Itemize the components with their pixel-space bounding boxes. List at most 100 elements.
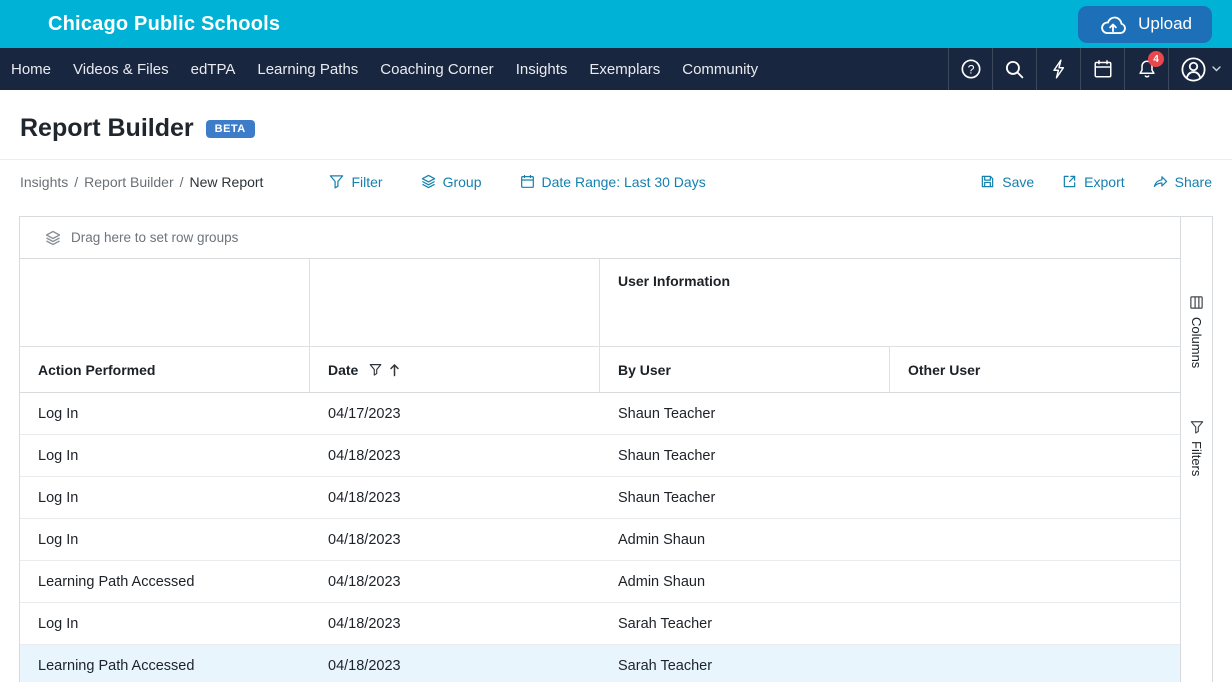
cell-action: Learning Path Accessed	[20, 658, 310, 674]
cell-by-user: Sarah Teacher	[600, 658, 890, 674]
cell-action: Log In	[20, 532, 310, 548]
cell-action: Log In	[20, 490, 310, 506]
sort-ascending-icon[interactable]	[388, 363, 401, 377]
cell-by-user: Shaun Teacher	[600, 406, 890, 422]
date-range-button[interactable]: Date Range: Last 30 Days	[520, 174, 706, 190]
cell-date: 04/18/2023	[310, 532, 600, 548]
main-nav: Home Videos & Files edTPA Learning Paths…	[0, 48, 1232, 90]
column-header-by-user[interactable]: By User	[600, 347, 890, 392]
grid-side-bar: Columns Filters	[1180, 217, 1212, 682]
save-button[interactable]: Save	[980, 174, 1034, 190]
export-label: Export	[1084, 174, 1124, 190]
filter-button[interactable]: Filter	[329, 174, 382, 190]
calendar-button[interactable]	[1080, 48, 1124, 90]
side-tab-filters[interactable]: Filters	[1189, 420, 1204, 476]
nav-item-exemplars[interactable]: Exemplars	[578, 61, 671, 78]
table-row[interactable]: Log In 04/18/2023 Sarah Teacher	[20, 603, 1180, 645]
breadcrumb-new-report: New Report	[190, 174, 264, 190]
cell-action: Log In	[20, 616, 310, 632]
toolbar-right-actions: Save Export Share	[980, 174, 1212, 190]
table-row[interactable]: Log In 04/17/2023 Shaun Teacher	[20, 393, 1180, 435]
side-tab-columns[interactable]: Columns	[1189, 295, 1204, 368]
row-group-drop-zone[interactable]: Drag here to set row groups	[20, 217, 1180, 259]
column-header-action-performed[interactable]: Action Performed	[20, 347, 310, 392]
nav-links: Home Videos & Files edTPA Learning Paths…	[0, 48, 769, 90]
nav-item-community[interactable]: Community	[671, 61, 769, 78]
upload-button[interactable]: Upload	[1078, 6, 1212, 43]
column-header-other-user[interactable]: Other User	[890, 347, 1180, 392]
share-icon	[1153, 174, 1168, 189]
share-button[interactable]: Share	[1153, 174, 1212, 190]
breadcrumb-insights[interactable]: Insights	[20, 174, 68, 190]
columns-icon	[1189, 295, 1204, 310]
table-row[interactable]: Log In 04/18/2023 Shaun Teacher	[20, 477, 1180, 519]
report-grid: Drag here to set row groups User Informa…	[19, 216, 1213, 682]
svg-text:?: ?	[967, 62, 974, 76]
caret-down-icon	[1212, 66, 1221, 72]
filter-funnel-icon	[1190, 420, 1204, 434]
breadcrumb-report-builder[interactable]: Report Builder	[84, 174, 174, 190]
layers-icon	[45, 230, 61, 246]
nav-item-insights[interactable]: Insights	[505, 61, 579, 78]
layers-icon	[421, 174, 436, 189]
column-label: By User	[618, 362, 671, 378]
table-row[interactable]: Learning Path Accessed 04/18/2023 Admin …	[20, 561, 1180, 603]
group-button[interactable]: Group	[421, 174, 482, 190]
nav-item-learning-paths[interactable]: Learning Paths	[246, 61, 369, 78]
help-button[interactable]: ?	[948, 48, 992, 90]
cell-by-user: Shaun Teacher	[600, 448, 890, 464]
grid-main: Drag here to set row groups User Informa…	[20, 217, 1180, 682]
account-menu-button[interactable]	[1168, 48, 1232, 90]
nav-item-videos-files[interactable]: Videos & Files	[62, 61, 180, 78]
export-icon	[1062, 174, 1077, 189]
calendar-icon	[1093, 59, 1113, 79]
toolbar-left-actions: Filter Group Date Range: Last 30 Days	[329, 174, 705, 190]
cell-date: 04/18/2023	[310, 658, 600, 674]
column-header-row: Action Performed Date	[20, 347, 1180, 393]
filter-label: Filter	[351, 174, 382, 190]
filter-funnel-icon	[329, 174, 344, 189]
share-label: Share	[1175, 174, 1212, 190]
breadcrumb-separator: /	[74, 174, 78, 190]
topbar: Chicago Public Schools Upload	[0, 0, 1232, 48]
page-header: Report Builder BETA	[0, 90, 1232, 159]
side-tab-filters-label: Filters	[1189, 441, 1204, 476]
nav-item-edtpa[interactable]: edTPA	[180, 61, 247, 78]
page-title: Report Builder	[20, 114, 194, 143]
save-icon	[980, 174, 995, 189]
cell-date: 04/18/2023	[310, 616, 600, 632]
table-row[interactable]: Learning Path Accessed 04/18/2023 Sarah …	[20, 645, 1180, 682]
table-row[interactable]: Log In 04/18/2023 Shaun Teacher	[20, 435, 1180, 477]
column-label: Date	[328, 362, 358, 378]
cell-by-user: Admin Shaun	[600, 532, 890, 548]
cell-date: 04/17/2023	[310, 406, 600, 422]
table-row[interactable]: Log In 04/18/2023 Admin Shaun	[20, 519, 1180, 561]
filter-funnel-icon[interactable]	[369, 363, 382, 376]
column-header-date[interactable]: Date	[310, 347, 600, 392]
lightning-icon	[1049, 59, 1069, 79]
cell-date: 04/18/2023	[310, 448, 600, 464]
brand-title: Chicago Public Schools	[48, 13, 280, 36]
date-range-label: Date Range: Last 30 Days	[542, 174, 706, 190]
nav-item-home[interactable]: Home	[0, 61, 62, 78]
cell-by-user: Sarah Teacher	[600, 616, 890, 632]
cell-action: Log In	[20, 406, 310, 422]
export-button[interactable]: Export	[1062, 174, 1124, 190]
breadcrumb: Insights / Report Builder / New Report	[20, 174, 263, 190]
cell-by-user: Admin Shaun	[600, 574, 890, 590]
nav-item-coaching-corner[interactable]: Coaching Corner	[369, 61, 504, 78]
cell-date: 04/18/2023	[310, 490, 600, 506]
upload-cloud-icon	[1098, 14, 1128, 35]
search-icon	[1004, 59, 1025, 80]
cell-date: 04/18/2023	[310, 574, 600, 590]
column-label: Other User	[908, 362, 980, 378]
group-header-user-information: User Information	[600, 259, 1180, 346]
report-toolbar: Insights / Report Builder / New Report F…	[0, 159, 1232, 203]
calendar-icon	[520, 174, 535, 189]
quick-actions-button[interactable]	[1036, 48, 1080, 90]
group-header-empty	[310, 259, 600, 346]
group-header-empty	[20, 259, 310, 346]
cell-by-user: Shaun Teacher	[600, 490, 890, 506]
notifications-button[interactable]: 4	[1124, 48, 1168, 90]
search-button[interactable]	[992, 48, 1036, 90]
